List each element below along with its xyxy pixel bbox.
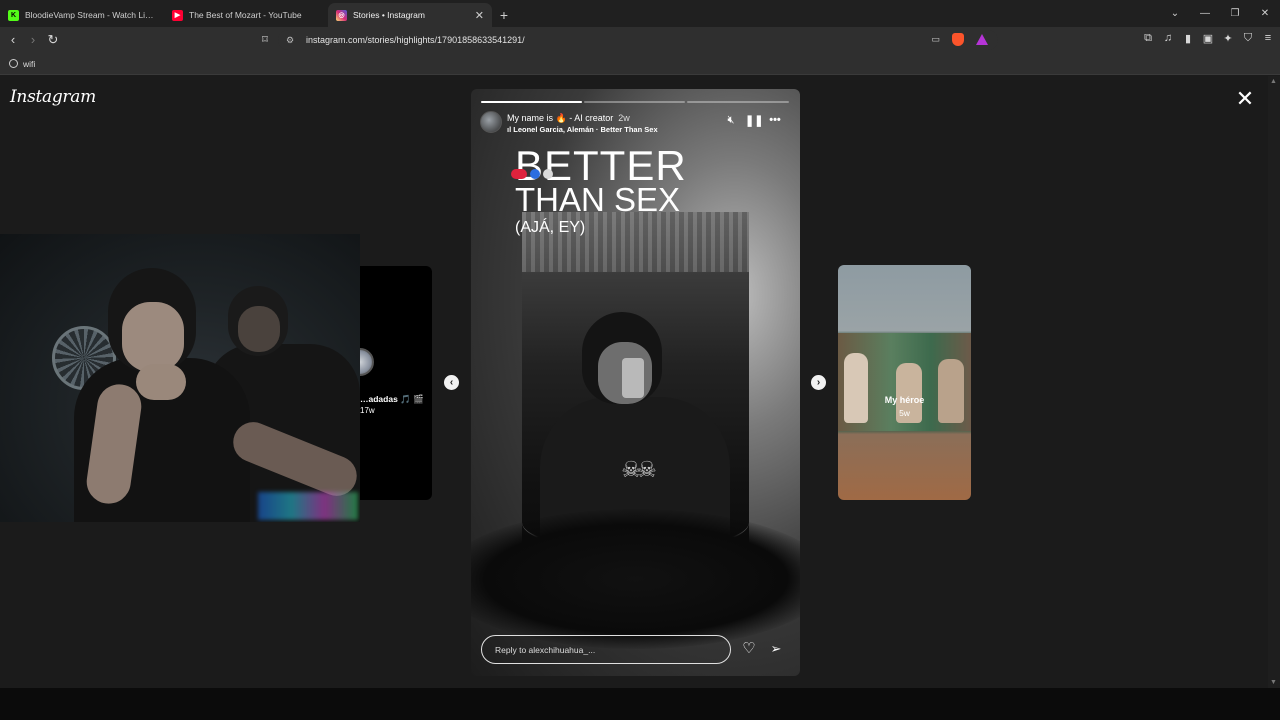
new-tab-button[interactable]: + bbox=[492, 3, 516, 27]
sidebar-icon[interactable]: ▮ bbox=[1182, 32, 1194, 45]
media-icon[interactable]: ♫ bbox=[1162, 32, 1174, 45]
browser-toolbar: ‹ › ↻ ⌑ ⚙ instagram.com/stories/highligh… bbox=[0, 27, 1280, 53]
send-icon[interactable]: ➢ bbox=[767, 641, 785, 657]
story-progress-segment bbox=[584, 101, 685, 103]
scroll-up-icon[interactable]: ▲ bbox=[1270, 78, 1277, 85]
brave-rewards-icon[interactable] bbox=[976, 34, 988, 45]
pause-icon[interactable]: ❚❚ bbox=[745, 114, 763, 127]
story-progress-segment bbox=[481, 101, 582, 103]
story-text-line2: THAN SEX bbox=[515, 181, 681, 218]
tab-instagram[interactable]: ◎ Stories • Instagram ✕ bbox=[328, 3, 492, 27]
emoji-stickers bbox=[511, 169, 553, 179]
address-bar[interactable]: ⚙ instagram.com/stories/highlights/17901… bbox=[278, 30, 998, 50]
previous-story-avatar bbox=[360, 348, 374, 376]
phone bbox=[622, 358, 644, 398]
tab-title: The Best of Mozart - YouTube bbox=[189, 10, 302, 20]
tab-title: Stories • Instagram bbox=[353, 10, 425, 20]
toolbar-right-icons: ⧉ ♫ ▮ ▣ ✦ ⛉ ≡ bbox=[1142, 32, 1274, 45]
tab-youtube[interactable]: ▶ The Best of Mozart - YouTube bbox=[164, 3, 328, 27]
instagram-logo[interactable]: Instagram bbox=[10, 87, 96, 107]
back-button[interactable]: ‹ bbox=[5, 32, 21, 48]
story-vignette bbox=[471, 509, 800, 649]
story-age: 2w bbox=[618, 113, 630, 123]
story-music[interactable]: ıl Leonel Garcia, Alemán · Better Than S… bbox=[507, 125, 658, 134]
person-face bbox=[238, 306, 280, 352]
heart-sticker-icon bbox=[511, 169, 527, 179]
tab-title: BloodieVamp Stream - Watch Live on bbox=[25, 10, 156, 20]
previous-story-name: …adadas 🎵 🎬 bbox=[360, 394, 424, 404]
brave-shields-icon[interactable] bbox=[952, 33, 964, 46]
progress-fill bbox=[481, 101, 582, 103]
forward-button[interactable]: › bbox=[25, 32, 41, 48]
previous-story-preview[interactable]: …adadas 🎵 🎬 17w bbox=[360, 266, 432, 500]
youtube-favicon-icon: ▶ bbox=[172, 9, 183, 21]
person-face bbox=[122, 302, 184, 372]
webcam-overlay bbox=[0, 234, 360, 522]
story-text-line3: (AJÁ, EY) bbox=[515, 219, 586, 236]
vpn-icon[interactable]: ⛉ bbox=[1242, 32, 1254, 45]
more-options-icon[interactable]: ••• bbox=[768, 114, 782, 126]
next-story-name: My héroe bbox=[884, 395, 925, 405]
url-text: instagram.com/stories/highlights/1790185… bbox=[306, 35, 525, 45]
instagram-favicon-icon: ◎ bbox=[336, 9, 347, 21]
instagram-page: Instagram ✕ …adadas 🎵 🎬 17w ‹ ☠☠ My name… bbox=[0, 76, 1268, 688]
story-username[interactable]: My name is 🔥 - AI creator bbox=[507, 113, 613, 123]
story-viewer[interactable]: ☠☠ My name is 🔥 - AI creator 2w ıl Leonel… bbox=[471, 89, 800, 676]
reply-input[interactable]: Reply to alexchihuahua_... bbox=[481, 635, 731, 664]
extensions-icon[interactable]: ⧉ bbox=[1142, 32, 1154, 45]
muted-speaker-icon[interactable]: 🔇︎ bbox=[724, 114, 738, 127]
next-story-time: 5w bbox=[899, 408, 910, 418]
tab-kick[interactable]: K BloodieVamp Stream - Watch Live on bbox=[0, 3, 164, 27]
like-heart-icon[interactable]: ♡ bbox=[740, 641, 758, 657]
previous-story-time: 17w bbox=[360, 406, 375, 415]
close-window-button[interactable]: ✕ bbox=[1250, 8, 1280, 19]
story-progress-segment bbox=[687, 101, 789, 103]
cast-icon[interactable]: ▭ bbox=[931, 34, 940, 45]
scroll-down-icon[interactable]: ▼ bbox=[1270, 679, 1277, 686]
story-photo: ☠☠ bbox=[522, 212, 749, 553]
menu-icon[interactable]: ≡ bbox=[1262, 32, 1274, 45]
window-controls: ⌄ — ❐ ✕ bbox=[1160, 0, 1280, 27]
next-story-preview[interactable]: My héroe 5w bbox=[838, 265, 971, 500]
address-bar-actions: ▭ bbox=[931, 33, 988, 46]
tab-search-icon[interactable]: ⌄ bbox=[1160, 8, 1190, 19]
heart-sticker-icon bbox=[530, 169, 540, 179]
bookmark-icon[interactable]: ⌑ bbox=[257, 32, 273, 48]
wifi-bookmark-icon bbox=[9, 59, 18, 68]
tab-strip: K BloodieVamp Stream - Watch Live on ▶ T… bbox=[0, 0, 1280, 27]
page-scrollbar[interactable]: ▲ ▼ bbox=[1268, 76, 1280, 688]
person-hand bbox=[136, 364, 186, 400]
reload-button[interactable]: ↻ bbox=[45, 32, 61, 48]
bookmark-wifi[interactable]: wifi bbox=[23, 59, 35, 69]
bottom-bar bbox=[0, 688, 1280, 720]
close-stories-button[interactable]: ✕ bbox=[1235, 88, 1255, 110]
heart-sticker-icon bbox=[543, 169, 553, 179]
minimize-button[interactable]: — bbox=[1190, 8, 1220, 19]
story-avatar[interactable] bbox=[480, 111, 502, 133]
story-music-label: Leonel Garcia, Alemán · Better Than Sex bbox=[513, 125, 658, 134]
previous-story-button[interactable]: ‹ bbox=[444, 375, 459, 390]
site-info-icon[interactable]: ⚙ bbox=[286, 35, 296, 45]
close-tab-icon[interactable]: ✕ bbox=[475, 9, 484, 22]
wallet-icon[interactable]: ▣ bbox=[1202, 32, 1214, 45]
story-username-row: My name is 🔥 - AI creator 2w bbox=[507, 113, 630, 124]
next-story-button[interactable]: › bbox=[811, 375, 826, 390]
bookmarks-bar: wifi bbox=[0, 53, 1280, 75]
rgb-keyboard bbox=[258, 492, 358, 520]
kick-favicon-icon: K bbox=[8, 9, 19, 21]
restore-button[interactable]: ❐ bbox=[1220, 8, 1250, 19]
leo-ai-icon[interactable]: ✦ bbox=[1222, 32, 1234, 45]
